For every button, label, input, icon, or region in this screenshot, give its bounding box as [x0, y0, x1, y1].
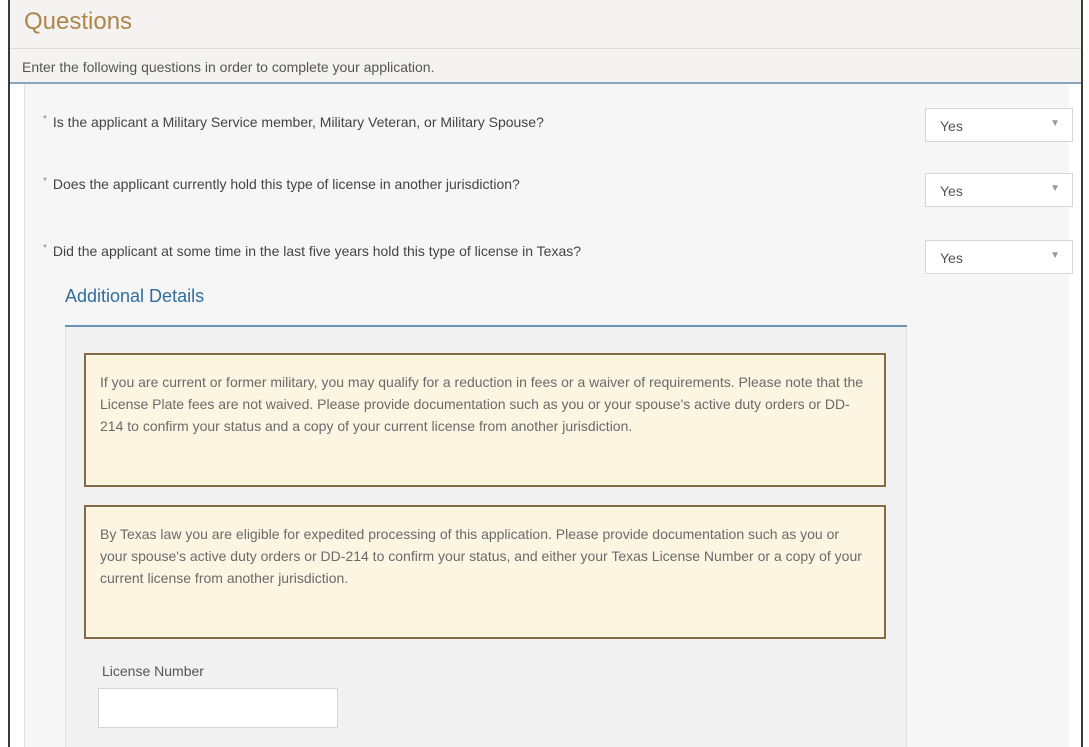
- chevron-down-icon: ▼: [1050, 183, 1060, 194]
- expedited-processing-notice: By Texas law you are eligible for expedi…: [84, 505, 886, 639]
- page-subtitle: Enter the following questions in order t…: [22, 59, 435, 75]
- select-value: Yes: [940, 250, 963, 266]
- license-number-label: License Number: [102, 663, 204, 679]
- question-text: Does the applicant currently hold this t…: [52, 176, 520, 192]
- license-number-input[interactable]: [98, 688, 338, 728]
- additional-details-panel: If you are current or former military, y…: [65, 327, 907, 747]
- chevron-down-icon: ▼: [1050, 118, 1060, 129]
- texas-license-select[interactable]: Yes ▼: [925, 240, 1073, 274]
- question-other-jurisdiction: * Does the applicant currently hold this …: [43, 176, 520, 192]
- required-marker: *: [43, 243, 47, 254]
- question-texas-license: * Did the applicant at some time in the l…: [43, 243, 581, 259]
- select-value: Yes: [940, 118, 963, 134]
- questions-window: Questions Enter the following questions …: [8, 0, 1083, 747]
- header-divider: [10, 48, 1081, 49]
- additional-details-title: Additional Details: [65, 286, 205, 306]
- other-jurisdiction-select[interactable]: Yes ▼: [925, 173, 1073, 207]
- chevron-down-icon: ▼: [1050, 250, 1060, 261]
- required-marker: *: [43, 114, 47, 125]
- question-military-status: * Is the applicant a Military Service mem…: [43, 114, 544, 130]
- select-value: Yes: [940, 183, 963, 199]
- questions-content: * Is the applicant a Military Service mem…: [24, 84, 1073, 747]
- military-status-select[interactable]: Yes ▼: [925, 108, 1073, 142]
- page-title: Questions: [24, 8, 133, 35]
- military-fee-notice: If you are current or former military, y…: [84, 353, 886, 487]
- questions-header: Questions Enter the following questions …: [10, 0, 1081, 84]
- question-text: Is the applicant a Military Service memb…: [52, 114, 544, 130]
- question-text: Did the applicant at some time in the la…: [52, 243, 582, 259]
- required-marker: *: [43, 176, 47, 187]
